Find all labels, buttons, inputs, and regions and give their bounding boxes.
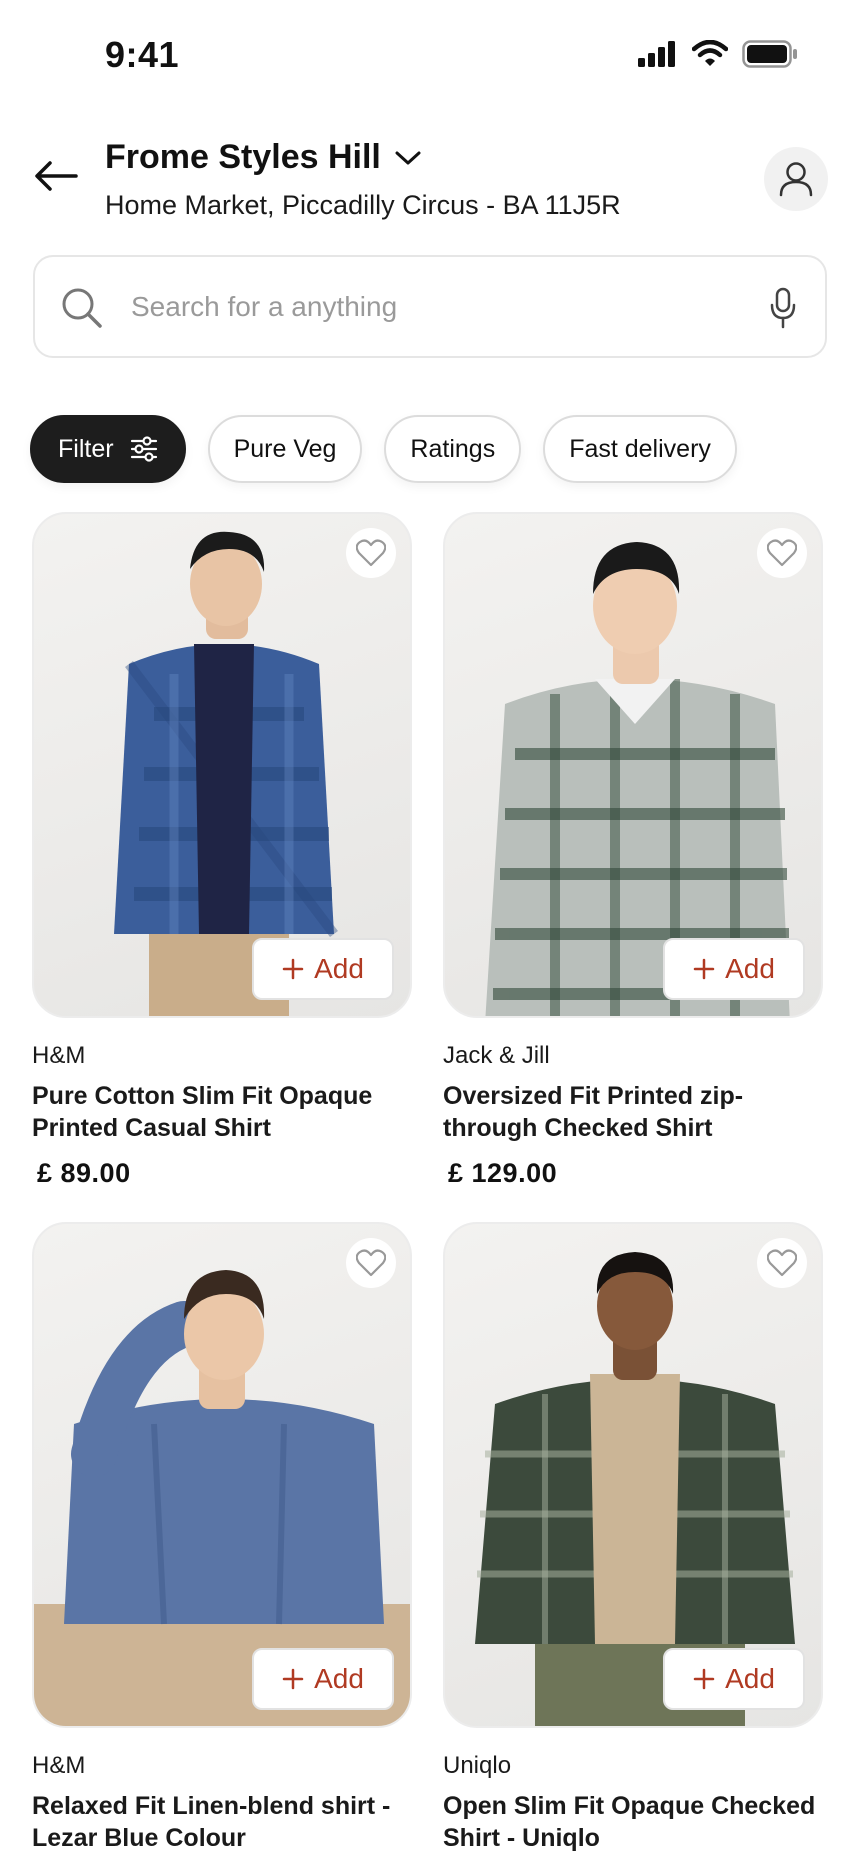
product-name[interactable]: Open Slim Fit Opaque Checked Shirt - Uni… (443, 1790, 823, 1854)
plus-icon (693, 958, 715, 980)
product-price: £ 89.00 (37, 1158, 131, 1188)
status-bar: 9:41 (0, 0, 860, 110)
plus-icon (282, 958, 304, 980)
location-header: Frome Styles Hill Home Market, Piccadill… (0, 120, 860, 230)
add-to-cart-button[interactable]: Add (663, 1648, 805, 1710)
add-label: Add (725, 1663, 775, 1694)
filter-chips: Filter Pure Veg Ratings Fast delivery (30, 415, 737, 485)
add-label: Add (314, 953, 364, 984)
filter-button[interactable]: Filter (30, 415, 186, 483)
product-brand: Jack & Jill (443, 1042, 550, 1069)
chip-ratings[interactable]: Ratings (384, 415, 522, 483)
search-icon (62, 288, 102, 328)
add-to-cart-button[interactable]: Add (663, 938, 805, 1000)
product-name[interactable]: Oversized Fit Printed zip-through Checke… (443, 1080, 823, 1144)
product-name[interactable]: Pure Cotton Slim Fit Opaque Printed Casu… (32, 1080, 412, 1144)
location-selector[interactable]: Frome Styles Hill (105, 138, 421, 177)
product-brand: H&M (32, 1752, 86, 1779)
product-brand: H&M (32, 1042, 86, 1069)
heart-icon (767, 1249, 797, 1277)
status-time: 9:41 (105, 34, 180, 75)
add-to-cart-button[interactable]: Add (252, 1648, 394, 1710)
heart-icon (356, 539, 386, 567)
search-input[interactable]: Search for a anything (131, 291, 397, 323)
wifi-icon (692, 40, 728, 66)
product-image[interactable]: Add (443, 1222, 823, 1728)
chip-pure-veg[interactable]: Pure Veg (207, 415, 363, 483)
back-button[interactable] (30, 150, 82, 202)
status-icons (638, 40, 798, 68)
add-label: Add (314, 1663, 364, 1694)
microphone-icon[interactable] (769, 287, 797, 329)
add-label: Add (725, 953, 775, 984)
favorite-button[interactable] (346, 1238, 396, 1288)
product-image[interactable]: Add (32, 512, 412, 1018)
product-image[interactable]: Add (443, 512, 823, 1018)
heart-icon (767, 539, 797, 567)
profile-button[interactable] (764, 147, 828, 211)
chevron-down-icon (395, 151, 421, 164)
product-image[interactable]: Add (32, 1222, 412, 1728)
favorite-button[interactable] (757, 1238, 807, 1288)
filter-label: Filter (58, 434, 114, 463)
sliders-icon (130, 436, 157, 462)
location-title: Frome Styles Hill (105, 138, 381, 176)
arrow-left-icon (35, 161, 78, 191)
favorite-button[interactable] (346, 528, 396, 578)
heart-icon (356, 1249, 386, 1277)
product-name[interactable]: Relaxed Fit Linen-blend shirt - Lezar Bl… (32, 1790, 412, 1854)
location-address: Home Market, Piccadilly Circus - BA 11J5… (105, 190, 621, 220)
chip-fast-delivery[interactable]: Fast delivery (543, 415, 737, 483)
add-to-cart-button[interactable]: Add (252, 938, 394, 1000)
search-bar[interactable]: Search for a anything (33, 255, 827, 358)
plus-icon (282, 1668, 304, 1690)
signal-icon (638, 41, 675, 67)
product-brand: Uniqlo (443, 1752, 512, 1779)
favorite-button[interactable] (757, 528, 807, 578)
plus-icon (693, 1668, 715, 1690)
user-icon (779, 162, 813, 197)
battery-icon (742, 40, 797, 68)
product-price: £ 129.00 (448, 1158, 558, 1188)
